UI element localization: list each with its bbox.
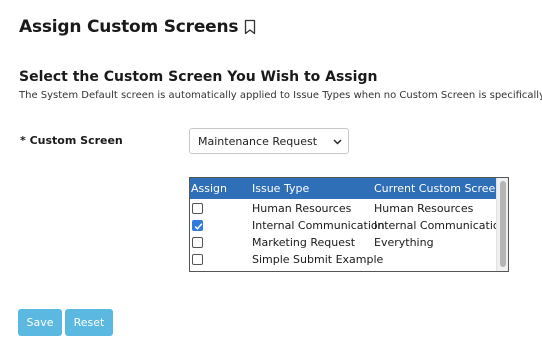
header-assign: Assign (191, 182, 227, 195)
assign-checkbox[interactable] (192, 237, 203, 248)
scrollbar-thumb[interactable] (500, 181, 506, 267)
reset-button[interactable]: Reset (65, 309, 113, 336)
assign-checkbox[interactable] (192, 203, 203, 214)
issue-type-cell: Human Resources (252, 202, 352, 215)
page-title-text: Assign Custom Screens (19, 17, 239, 37)
issue-type-list[interactable]: Assign Issue Type Current Custom Screen … (189, 177, 509, 272)
list-item[interactable]: Internal Communication Internal Communic… (190, 218, 507, 235)
custom-screen-select[interactable]: Maintenance Request (189, 128, 349, 154)
list-item[interactable]: Marketing Request Everything (190, 235, 497, 252)
save-button[interactable]: Save (18, 309, 62, 336)
current-screen-cell: Internal Communication (374, 219, 507, 232)
assign-checkbox[interactable] (192, 220, 203, 231)
assign-checkbox[interactable] (192, 254, 203, 265)
section-description: The System Default screen is automatical… (19, 90, 542, 101)
section-title: Select the Custom Screen You Wish to Ass… (19, 69, 378, 85)
current-screen-cell: Human Resources (374, 202, 474, 215)
issue-type-cell: Marketing Request (252, 236, 356, 249)
issue-type-cell: Internal Communication (252, 219, 385, 232)
list-item[interactable]: Simple Submit Example (190, 252, 497, 269)
bookmark-icon[interactable] (244, 19, 256, 35)
custom-screen-label: * Custom Screen (20, 134, 123, 147)
issue-type-cell: Simple Submit Example (252, 253, 384, 266)
assign-custom-screens-page: Assign Custom Screens Select the Custom … (0, 0, 542, 354)
list-scrollbar[interactable] (496, 178, 508, 271)
custom-screen-select-value: Maintenance Request (198, 134, 318, 148)
page-title: Assign Custom Screens (19, 17, 256, 37)
header-issue-type: Issue Type (252, 182, 310, 195)
list-item[interactable]: Human Resources Human Resources (190, 201, 497, 218)
list-header: Assign Issue Type Current Custom Screen (190, 178, 502, 199)
chevron-down-icon (333, 139, 342, 145)
current-screen-cell: Everything (374, 236, 434, 249)
header-current-custom-screen: Current Custom Screen (374, 182, 503, 195)
check-icon (194, 223, 203, 230)
